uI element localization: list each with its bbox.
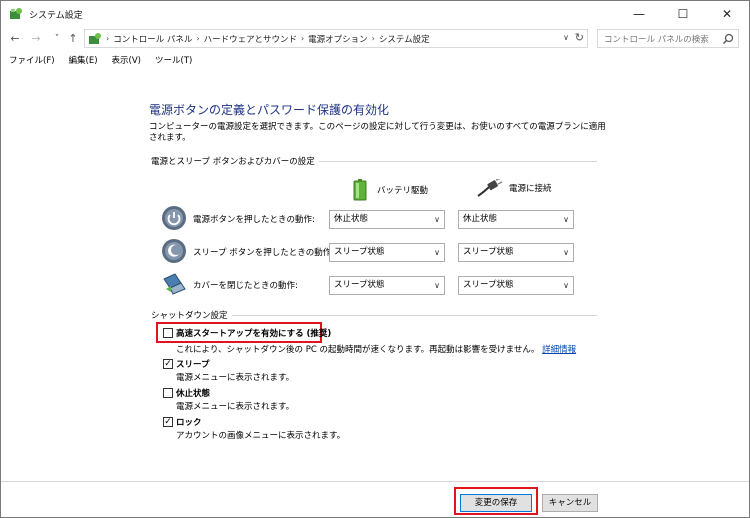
address-box[interactable]: › コントロール パネル › ハードウェアとサウンド › 電源オプション › シ… (84, 29, 588, 48)
hibernate-checkbox[interactable] (163, 388, 173, 398)
power-button-ac-select[interactable]: 休止状態 ∨ (458, 210, 574, 229)
lock-description: アカウントの画像メニューに表示されます。 (176, 431, 346, 441)
power-plug-icon (477, 179, 503, 197)
power-button-row-label: 電源ボタンを押したときの動作: (193, 215, 315, 225)
minimize-button[interactable]: — (617, 1, 661, 27)
lid-close-battery-select[interactable]: スリープ状態 ∨ (329, 276, 445, 295)
breadcrumb-system-settings[interactable]: システム設定 (379, 33, 430, 45)
chevron-down-icon: ∨ (434, 281, 440, 290)
window: システム設定 — ☐ ✕ ← → ˅ ↑ › コントロール パネル › ハードウ… (0, 0, 750, 518)
shutdown-section-label: シャットダウン設定 (151, 309, 232, 321)
menu-file[interactable]: ファイル(F) (1, 52, 61, 70)
breadcrumb-power-options[interactable]: 電源オプション (308, 33, 368, 45)
battery-column-label: バッテリ駆動 (377, 186, 429, 196)
power-button-icon (162, 206, 186, 230)
content-area: 電源ボタンの定義とパスワード保護の有効化 コンピューターの電源設定を選択できます… (1, 71, 749, 481)
fast-startup-label[interactable]: 高速スタートアップを有効にする (推奨) (176, 327, 331, 339)
sleep-button-ac-select[interactable]: スリープ状態 ∨ (458, 243, 574, 262)
chevron-down-icon: ∨ (563, 281, 569, 290)
chevron-right-icon: › (300, 34, 305, 43)
search-input[interactable]: コントロール パネルの検索 (604, 33, 722, 45)
chevron-down-icon: ∨ (563, 248, 569, 257)
breadcrumb-hardware-sound[interactable]: ハードウェアとサウンド (204, 33, 297, 45)
sleep-button-battery-select[interactable]: スリープ状態 ∨ (329, 243, 445, 262)
page-description: コンピューターの電源設定を選択できます。このページの設定に対して行う変更は、お使… (149, 122, 606, 143)
chevron-down-icon: ∨ (434, 215, 440, 224)
lid-close-row-label: カバーを閉じたときの動作: (193, 281, 298, 291)
more-info-link[interactable]: 詳細情報 (542, 345, 576, 355)
lock-checkbox[interactable]: ✓ (163, 417, 173, 427)
recent-locations-button[interactable]: ˅ (49, 30, 65, 48)
chevron-right-icon: › (371, 34, 375, 43)
close-button[interactable]: ✕ (705, 1, 749, 27)
up-button[interactable]: ↑ (65, 30, 81, 48)
sleep-button-row-label: スリープ ボタンを押したときの動作: (193, 248, 335, 258)
cancel-button[interactable]: キャンセル (542, 494, 598, 512)
window-title: システム設定 (29, 10, 83, 21)
footer: 変更の保存 キャンセル (1, 481, 749, 517)
menu-bar: ファイル(F) 編集(E) 表示(V) ツール(T) (1, 52, 198, 70)
chevron-right-icon: › (106, 34, 110, 43)
hibernate-label[interactable]: 休止状態 (176, 387, 210, 399)
page-title: 電源ボタンの定義とパスワード保護の有効化 (149, 103, 390, 117)
hibernate-description: 電源メニューに表示されます。 (176, 402, 295, 412)
lock-label[interactable]: ロック (176, 416, 202, 428)
fast-startup-checkbox[interactable] (163, 328, 173, 338)
control-panel-icon (89, 32, 101, 44)
search-icon (723, 33, 734, 44)
control-panel-icon (10, 8, 22, 19)
address-bar: ← → ˅ ↑ › コントロール パネル › ハードウェアとサウンド › 電源オ… (1, 28, 749, 50)
lid-close-ac-select[interactable]: スリープ状態 ∨ (458, 276, 574, 295)
title-bar: システム設定 — ☐ ✕ (1, 1, 749, 27)
sleep-description: 電源メニューに表示されます。 (176, 373, 295, 383)
ac-column-header: 電源に接続 (477, 179, 552, 197)
chevron-down-icon: ∨ (434, 248, 440, 257)
refresh-icon[interactable]: ↻ (575, 31, 584, 44)
sleep-button-icon (162, 239, 186, 263)
power-section-label: 電源とスリープ ボタンおよびカバーの設定 (151, 155, 319, 167)
save-button[interactable]: 変更の保存 (460, 494, 532, 512)
battery-column-header: バッテリ駆動 (353, 179, 428, 201)
ac-column-label: 電源に接続 (509, 184, 552, 194)
chevron-right-icon: › (196, 34, 200, 43)
sleep-checkbox[interactable]: ✓ (163, 359, 173, 369)
fast-startup-description: これにより、シャットダウン後の PC の起動時間が速くなります。再起動は影響を受… (176, 345, 577, 355)
menu-edit[interactable]: 編集(E) (61, 52, 104, 70)
back-button[interactable]: ← (7, 30, 23, 48)
menu-view[interactable]: 表示(V) (104, 52, 147, 70)
forward-button[interactable]: → (28, 30, 44, 48)
breadcrumb-control-panel[interactable]: コントロール パネル (113, 33, 192, 45)
power-button-battery-select[interactable]: 休止状態 ∨ (329, 210, 445, 229)
menu-tools[interactable]: ツール(T) (147, 52, 198, 70)
chevron-down-icon[interactable]: ∨ (563, 33, 569, 42)
maximize-button[interactable]: ☐ (661, 1, 705, 27)
battery-icon (353, 179, 367, 201)
search-box[interactable]: コントロール パネルの検索 (597, 29, 739, 48)
chevron-down-icon: ∨ (563, 215, 569, 224)
laptop-lid-icon (163, 273, 186, 295)
sleep-label[interactable]: スリープ (176, 358, 210, 370)
